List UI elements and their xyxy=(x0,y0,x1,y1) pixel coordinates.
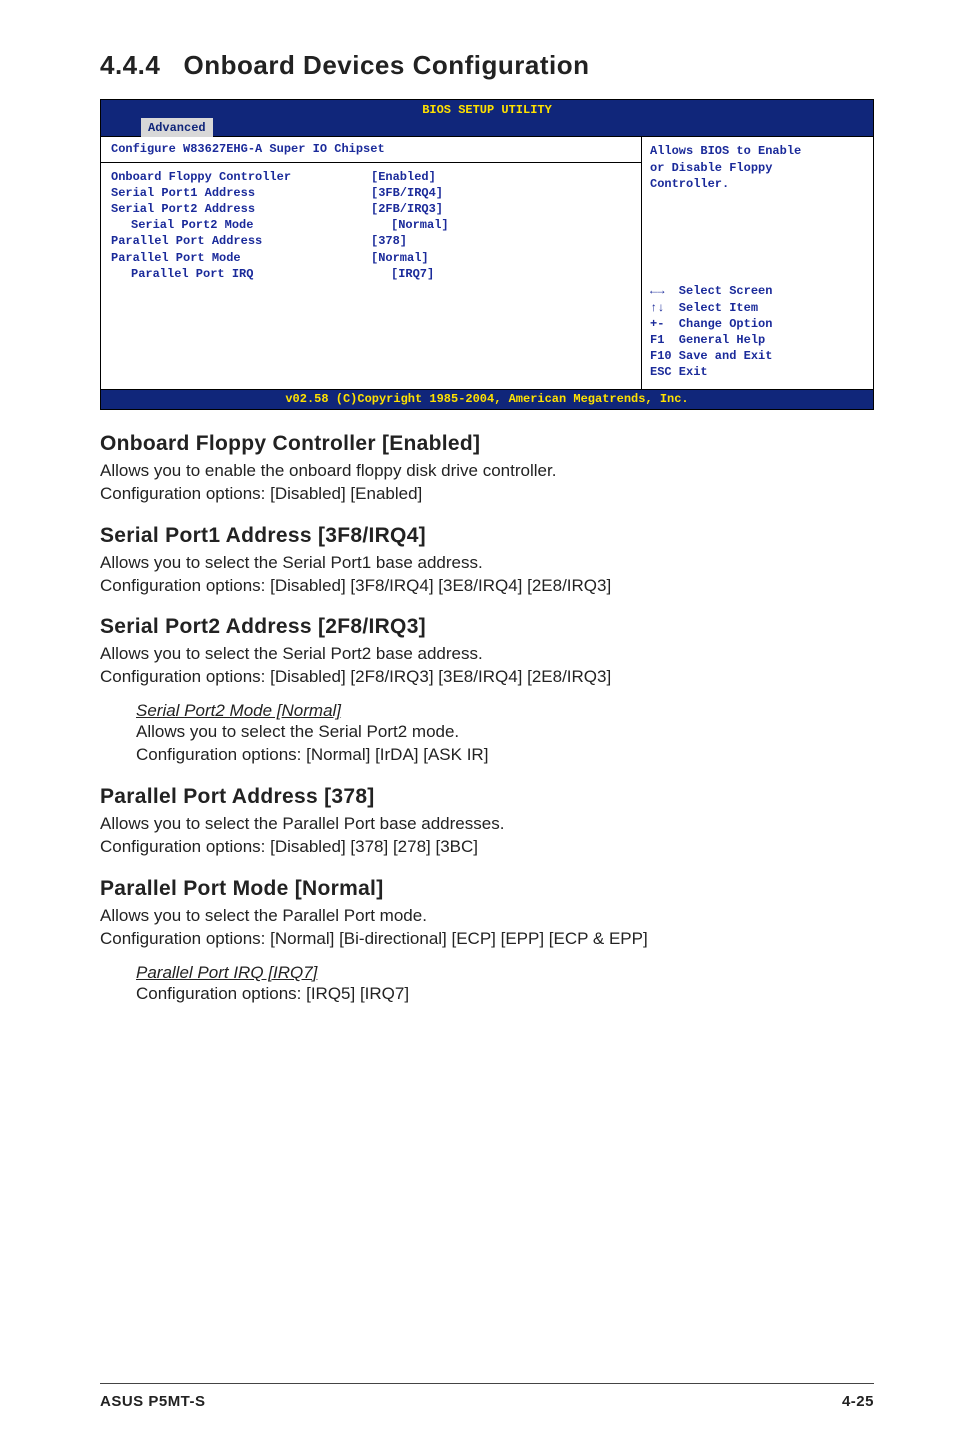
text-line: Allows you to select the Serial Port2 mo… xyxy=(136,722,459,741)
paragraph: Allows you to select the Serial Port2 ba… xyxy=(100,643,874,689)
text-line: Configuration options: [Normal] [IrDA] [… xyxy=(136,745,488,764)
paragraph: Configuration options: [IRQ5] [IRQ7] xyxy=(136,983,874,1006)
indent-block: Parallel Port IRQ [IRQ7] Configuration o… xyxy=(100,963,874,1006)
bios-item-label: Parallel Port Address xyxy=(111,233,371,249)
bios-title: BIOS SETUP UTILITY xyxy=(101,102,873,118)
bios-item-label: Serial Port2 Address xyxy=(111,201,371,217)
bios-subheading: Configure W83627EHG-A Super IO Chipset xyxy=(101,139,641,162)
bios-item: Parallel Port IRQ [IRQ7] xyxy=(111,266,631,282)
paragraph: Allows you to select the Serial Port1 ba… xyxy=(100,552,874,598)
subheading-parallel-irq: Parallel Port IRQ [IRQ7] xyxy=(136,963,874,983)
bios-key-hints: ←→ Select Screen ↑↓ Select Item +- Chang… xyxy=(650,283,865,380)
text-line: Configuration options: [Disabled] [2F8/I… xyxy=(100,667,611,686)
bios-item-value: [Normal] xyxy=(371,250,429,266)
bios-help-line: Controller. xyxy=(650,176,865,192)
subheading-serial1: Serial Port1 Address [3F8/IRQ4] xyxy=(100,524,874,548)
bios-item-value: [IRQ7] xyxy=(391,266,434,282)
bios-screenshot: BIOS SETUP UTILITY Advanced Configure W8… xyxy=(100,99,874,410)
text-line: Configuration options: [IRQ5] [IRQ7] xyxy=(136,984,409,1003)
paragraph: Allows you to select the Parallel Port m… xyxy=(100,905,874,951)
bios-item: Serial Port2 Mode [Normal] xyxy=(111,217,631,233)
footer-right: 4-25 xyxy=(842,1393,874,1410)
text-line: Configuration options: [Disabled] [Enabl… xyxy=(100,484,422,503)
bios-item-value: [Enabled] xyxy=(371,169,436,185)
text-line: Allows you to select the Serial Port1 ba… xyxy=(100,553,483,572)
bios-item-label: Serial Port1 Address xyxy=(111,185,371,201)
page-footer: ASUS P5MT-S 4-25 xyxy=(100,1393,874,1410)
text-line: Configuration options: [Disabled] [378] … xyxy=(100,837,478,856)
bios-help-line: Allows BIOS to Enable xyxy=(650,143,865,159)
text-line: Allows you to enable the onboard floppy … xyxy=(100,461,556,480)
paragraph: Allows you to select the Parallel Port b… xyxy=(100,813,874,859)
section-title: Onboard Devices Configuration xyxy=(184,50,590,80)
text-line: Configuration options: [Normal] [Bi-dire… xyxy=(100,929,648,948)
bios-item-value: [378] xyxy=(371,233,407,249)
bios-item-value: [3FB/IRQ4] xyxy=(371,185,443,201)
text-line: Configuration options: [Disabled] [3F8/I… xyxy=(100,576,611,595)
subheading-serial2-mode: Serial Port2 Mode [Normal] xyxy=(136,701,874,721)
section-number: 4.4.4 xyxy=(100,50,160,80)
bios-item-label: Parallel Port Mode xyxy=(111,250,371,266)
subheading-serial2: Serial Port2 Address [2F8/IRQ3] xyxy=(100,615,874,639)
footer-left: ASUS P5MT-S xyxy=(100,1393,206,1410)
section-heading: 4.4.4 Onboard Devices Configuration xyxy=(100,50,874,81)
bios-help-text: Allows BIOS to Enable or Disable Floppy … xyxy=(650,143,865,283)
footer-divider xyxy=(100,1383,874,1384)
bios-item-value: [2FB/IRQ3] xyxy=(371,201,443,217)
bios-item: Onboard Floppy Controller [Enabled] xyxy=(111,169,631,185)
bios-item: Serial Port2 Address [2FB/IRQ3] xyxy=(111,201,631,217)
text-line: Allows you to select the Serial Port2 ba… xyxy=(100,644,483,663)
bios-left-pane: Configure W83627EHG-A Super IO Chipset O… xyxy=(101,137,642,388)
paragraph: Allows you to enable the onboard floppy … xyxy=(100,460,874,506)
bios-item-label: Onboard Floppy Controller xyxy=(111,169,371,185)
text-line: Allows you to select the Parallel Port b… xyxy=(100,814,504,833)
bios-item-label: Parallel Port IRQ xyxy=(111,266,391,282)
bios-item: Parallel Port Address [378] xyxy=(111,233,631,249)
bios-header: BIOS SETUP UTILITY Advanced xyxy=(101,100,873,136)
bios-help-line: or Disable Floppy xyxy=(650,160,865,176)
subheading-parallel-mode: Parallel Port Mode [Normal] xyxy=(100,877,874,901)
bios-item-value: [Normal] xyxy=(391,217,449,233)
bios-tab-advanced: Advanced xyxy=(141,118,213,137)
paragraph: Allows you to select the Serial Port2 mo… xyxy=(136,721,874,767)
bios-item: Serial Port1 Address [3FB/IRQ4] xyxy=(111,185,631,201)
subheading-parallel-addr: Parallel Port Address [378] xyxy=(100,785,874,809)
subheading-floppy: Onboard Floppy Controller [Enabled] xyxy=(100,432,874,456)
bios-right-pane: Allows BIOS to Enable or Disable Floppy … xyxy=(642,137,873,388)
bios-item: Parallel Port Mode [Normal] xyxy=(111,250,631,266)
bios-footer: v02.58 (C)Copyright 1985-2004, American … xyxy=(101,389,873,409)
indent-block: Serial Port2 Mode [Normal] Allows you to… xyxy=(100,701,874,767)
text-line: Allows you to select the Parallel Port m… xyxy=(100,906,427,925)
bios-item-label: Serial Port2 Mode xyxy=(111,217,391,233)
